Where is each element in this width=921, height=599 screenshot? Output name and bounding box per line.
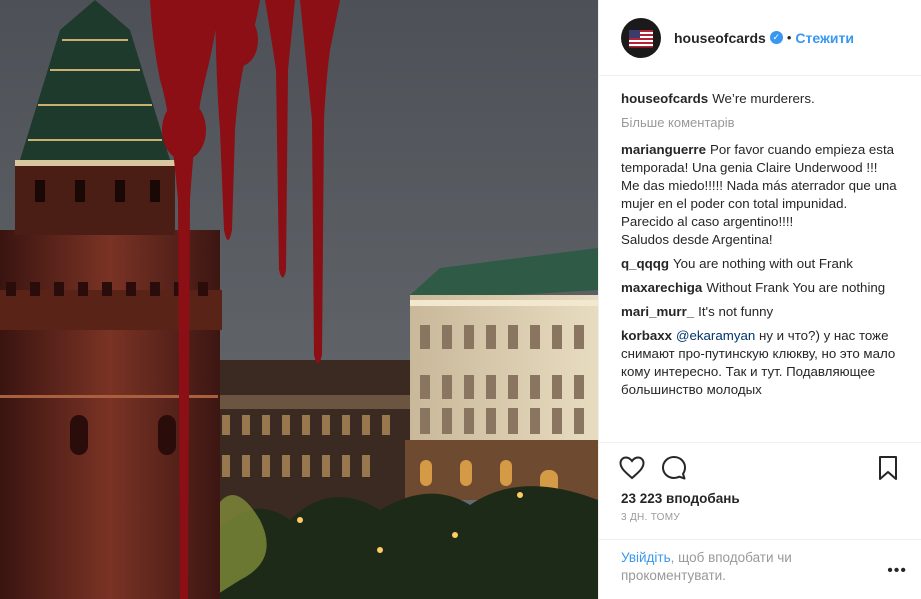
caption: houseofcards We’re murderers. bbox=[621, 90, 899, 108]
comment-username[interactable]: marianguerre bbox=[621, 142, 706, 157]
comment-item: mari_murr_ It's not funny bbox=[621, 303, 899, 321]
separator-dot: • bbox=[786, 30, 792, 45]
comment-username[interactable]: maxarechiga bbox=[621, 280, 702, 295]
house-of-cards-flag-icon[interactable] bbox=[621, 17, 661, 58]
comment-item: marianguerre Por favor cuando empieza est… bbox=[621, 141, 899, 249]
comment-item: maxarechiga Without Frank You are nothing bbox=[621, 279, 899, 297]
comment-username[interactable]: mari_murr_ bbox=[621, 304, 694, 319]
comment-item: korbaxx @ekaramyan ну и что?) у нас тоже … bbox=[621, 327, 899, 399]
login-link[interactable]: Увійдіть bbox=[621, 550, 671, 565]
comment-mention[interactable]: @ekaramyan bbox=[676, 328, 755, 343]
comment-bubble-icon[interactable] bbox=[659, 453, 689, 483]
action-icons-row bbox=[599, 443, 921, 483]
post-username[interactable]: houseofcards bbox=[674, 30, 766, 46]
post-actions: 23 223 вподобань 3 ДН. ТОМУ Увійдіть, що… bbox=[599, 442, 921, 595]
comment-text: Without Frank You are nothing bbox=[706, 280, 886, 295]
caption-text: We’re murderers. bbox=[712, 91, 815, 106]
comment-icon-graphic bbox=[662, 456, 686, 480]
post-timestamp[interactable]: 3 ДН. ТОМУ bbox=[599, 506, 921, 523]
load-more-comments-button[interactable]: Більше коментарів bbox=[621, 114, 899, 132]
post-side-panel: houseofcards ✓ • Стежити houseofcards We’… bbox=[598, 0, 921, 599]
login-prompt: Увійдіть, щоб вподобати чи прокоментуват… bbox=[599, 539, 921, 585]
follow-button[interactable]: Стежити bbox=[795, 30, 854, 46]
heart-icon[interactable] bbox=[617, 453, 647, 483]
kremlin-photo-illustration bbox=[0, 0, 598, 599]
likes-count[interactable]: 23 223 вподобань bbox=[599, 483, 921, 506]
more-options-icon[interactable]: ••• bbox=[887, 562, 907, 580]
verified-badge-icon: ✓ bbox=[769, 31, 783, 44]
comment-username[interactable]: korbaxx bbox=[621, 328, 672, 343]
caption-username[interactable]: houseofcards bbox=[621, 91, 708, 106]
comment-text: You are nothing with out Frank bbox=[673, 256, 853, 271]
post-header: houseofcards ✓ • Стежити bbox=[599, 0, 921, 76]
instagram-post: houseofcards ✓ • Стежити houseofcards We’… bbox=[0, 0, 921, 599]
comment-text: It's not funny bbox=[698, 304, 774, 319]
heart-icon-graphic bbox=[619, 456, 645, 480]
comment-text-extra: Saludos desde Argentina! bbox=[621, 232, 773, 247]
bookmark-icon[interactable] bbox=[873, 453, 903, 483]
comments-list[interactable]: houseofcards We’re murderers. Більше коме… bbox=[599, 76, 921, 442]
comment-username[interactable]: q_qqqg bbox=[621, 256, 669, 271]
bookmark-icon-graphic bbox=[879, 456, 897, 480]
comment-item: q_qqqg You are nothing with out Frank bbox=[621, 255, 899, 273]
post-image[interactable] bbox=[0, 0, 598, 599]
avatar-flag-graphic bbox=[629, 29, 653, 47]
